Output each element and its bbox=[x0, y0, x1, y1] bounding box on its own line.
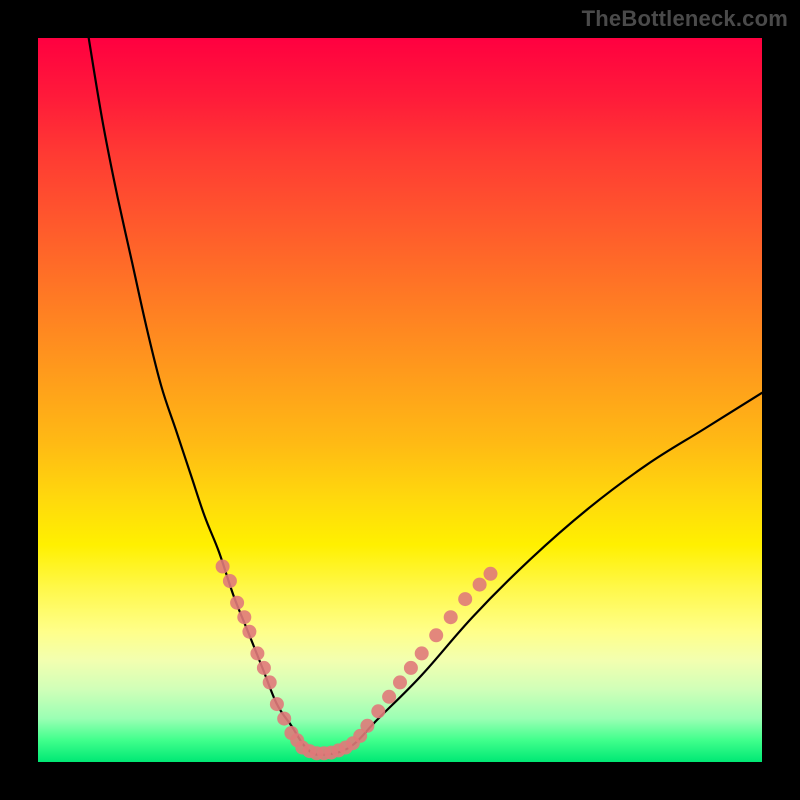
marker-dot bbox=[484, 567, 498, 581]
marker-dot bbox=[458, 592, 472, 606]
marker-dot bbox=[393, 675, 407, 689]
marker-dot bbox=[404, 661, 418, 675]
marker-dot bbox=[270, 697, 284, 711]
marker-dot bbox=[473, 578, 487, 592]
marker-dot bbox=[429, 628, 443, 642]
marker-dot bbox=[415, 646, 429, 660]
bottleneck-curve bbox=[89, 38, 762, 755]
watermark-text: TheBottleneck.com bbox=[582, 6, 788, 32]
marker-dot bbox=[360, 719, 374, 733]
marker-dot bbox=[242, 625, 256, 639]
marker-dot bbox=[444, 610, 458, 624]
marker-dot bbox=[382, 690, 396, 704]
chart-svg bbox=[38, 38, 762, 762]
marker-dot bbox=[263, 675, 277, 689]
marker-dot bbox=[223, 574, 237, 588]
marker-dot bbox=[237, 610, 251, 624]
chart-plot-area bbox=[38, 38, 762, 762]
highlight-markers bbox=[216, 560, 498, 761]
marker-dot bbox=[371, 704, 385, 718]
marker-dot bbox=[216, 560, 230, 574]
marker-dot bbox=[277, 712, 291, 726]
marker-dot bbox=[250, 646, 264, 660]
marker-dot bbox=[230, 596, 244, 610]
chart-frame: TheBottleneck.com bbox=[0, 0, 800, 800]
marker-dot bbox=[257, 661, 271, 675]
